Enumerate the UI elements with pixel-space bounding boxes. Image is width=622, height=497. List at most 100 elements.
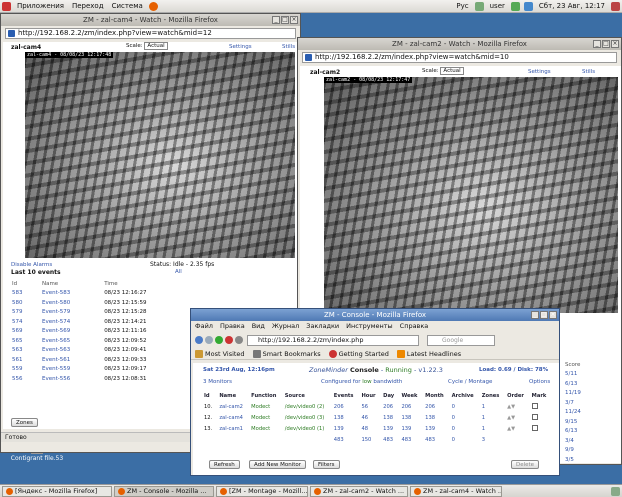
maximize-icon[interactable]: □ — [540, 311, 548, 319]
side-cell[interactable]: 9/15 — [562, 417, 584, 427]
home-icon[interactable] — [235, 336, 243, 344]
bandwidth-link[interactable]: low — [362, 379, 371, 385]
url-bar[interactable]: http://192.168.2.2/zm/index.php?view=wat… — [302, 52, 617, 63]
menu-view[interactable]: Вид — [252, 322, 265, 330]
gnome-foot-icon[interactable] — [2, 1, 11, 11]
event-cell[interactable]: Event-561 — [39, 355, 101, 365]
power-icon[interactable] — [510, 1, 520, 11]
version[interactable]: v1.22.3 — [418, 366, 443, 374]
event-cell[interactable]: 565 — [9, 336, 39, 346]
search-input[interactable]: Google — [427, 334, 495, 346]
settings-link[interactable]: Settings — [528, 69, 551, 75]
task-console[interactable]: ZM - Console - Mozilla ... — [114, 485, 214, 497]
monitor-cell[interactable]: 0 — [449, 423, 479, 434]
task-cam4[interactable]: ZM - zal-cam4 - Watch ... — [410, 485, 502, 497]
url-bar[interactable]: http://192.168.2.2/zm/index.php?view=wat… — [5, 28, 296, 39]
monitor-cell[interactable]: /dev/video0 (1) — [282, 423, 331, 434]
all-events-link[interactable]: All — [175, 269, 182, 275]
keyboard-layout[interactable]: Рус — [456, 2, 468, 10]
event-cell[interactable]: 569 — [9, 327, 39, 337]
order-arrows-icon[interactable]: ▲▼ — [504, 423, 528, 434]
table-row[interactable]: 12. zal-cam4 Modect/dev/video0 (3) 138 46 138… — [201, 412, 551, 423]
side-cell[interactable]: 3/5 — [562, 455, 584, 464]
totals-cell[interactable]: 483 — [398, 434, 422, 445]
menu-system[interactable]: Система — [112, 2, 143, 10]
cycle-montage-link[interactable]: Cycle / Montage — [448, 379, 492, 385]
monitor-cell[interactable]: 0 — [449, 401, 479, 412]
side-cell[interactable]: 11/19 — [562, 389, 584, 399]
bookmark-latest-headlines[interactable]: Latest Headlines — [407, 350, 461, 358]
monitor-cell[interactable]: 48 — [358, 423, 380, 434]
monitor-cell[interactable]: 138 — [331, 412, 359, 423]
monitor-cell[interactable]: 56 — [358, 401, 380, 412]
task-cam2[interactable]: ZM - zal-cam2 - Watch ... — [310, 485, 408, 497]
monitor-cell[interactable]: Modect — [248, 412, 282, 423]
scale-select[interactable]: Actual — [144, 42, 168, 50]
monitor-cell[interactable]: zal-cam1 — [216, 423, 248, 434]
side-cell[interactable]: 3/7 — [562, 398, 584, 408]
event-cell[interactable]: Event-559 — [39, 365, 101, 375]
side-cell[interactable]: 9/9 — [562, 446, 584, 456]
menu-edit[interactable]: Правка — [220, 322, 245, 330]
filters-button[interactable]: Filters — [313, 460, 340, 469]
event-cell[interactable]: Event-563 — [39, 346, 101, 356]
options-link[interactable]: Options — [529, 379, 550, 385]
network-icon[interactable] — [474, 1, 484, 11]
delete-button[interactable]: Delete — [511, 460, 540, 469]
table-row[interactable]: 583 Event-583 08/23 12:16:27 — [9, 289, 189, 299]
maximize-icon[interactable]: □ — [281, 16, 289, 24]
mark-checkbox[interactable] — [529, 412, 551, 423]
monitor-cell[interactable]: 139 — [398, 423, 422, 434]
monitor-cell[interactable]: 1 — [479, 401, 504, 412]
monitor-cell[interactable]: /dev/video0 (3) — [282, 412, 331, 423]
running-status[interactable]: Running — [385, 366, 412, 374]
menu-file[interactable]: Файл — [195, 322, 213, 330]
side-cell[interactable]: 3/4 — [562, 436, 584, 446]
forward-icon[interactable] — [205, 336, 213, 344]
monitor-cell[interactable]: Modect — [248, 423, 282, 434]
menu-help[interactable]: Справка — [400, 322, 429, 330]
event-cell[interactable]: 579 — [9, 308, 39, 318]
monitor-cell[interactable]: 206 — [331, 401, 359, 412]
event-cell[interactable]: 563 — [9, 346, 39, 356]
refresh-button[interactable]: Refresh — [209, 460, 240, 469]
event-cell[interactable]: 574 — [9, 317, 39, 327]
table-row[interactable]: 561 Event-561 08/23 12:09:33 — [9, 355, 189, 365]
close-icon[interactable]: × — [549, 311, 557, 319]
stills-link[interactable]: Stills — [582, 69, 595, 75]
monitor-cell[interactable]: 139 — [422, 423, 448, 434]
event-cell[interactable]: Event-569 — [39, 327, 101, 337]
monitor-cell[interactable]: 138 — [380, 412, 398, 423]
url-bar[interactable]: http://192.168.2.2/zm/index.php — [247, 334, 419, 346]
monitor-cell[interactable]: 1 — [479, 412, 504, 423]
mark-checkbox[interactable] — [529, 423, 551, 434]
monitor-cell[interactable]: zal-cam4 — [216, 412, 248, 423]
monitor-cell[interactable]: Modect — [248, 401, 282, 412]
user-name[interactable]: user — [490, 2, 505, 10]
close-icon[interactable]: × — [611, 40, 619, 48]
monitor-cell[interactable]: zal-cam2 — [216, 401, 248, 412]
volume-icon[interactable] — [523, 1, 533, 11]
disable-alarms-link[interactable]: Disable Alarms — [11, 262, 52, 268]
menu-bookmarks[interactable]: Закладки — [306, 322, 339, 330]
workspace-switcher-icon[interactable] — [611, 486, 620, 496]
table-row[interactable]: 569 Event-569 08/23 12:11:16 — [9, 327, 189, 337]
mark-checkbox[interactable] — [529, 401, 551, 412]
minimize-icon[interactable]: _ — [272, 16, 280, 24]
menu-tools[interactable]: Инструменты — [346, 322, 393, 330]
logout-icon[interactable] — [611, 1, 620, 11]
totals-cell[interactable]: 3 — [479, 434, 504, 445]
totals-cell[interactable]: 150 — [358, 434, 380, 445]
back-icon[interactable] — [195, 336, 203, 344]
window-console-titlebar[interactable]: ZM - Console - Mozilla Firefox _ □ × — [191, 309, 559, 321]
event-cell[interactable]: Event-579 — [39, 308, 101, 318]
stop-icon[interactable] — [225, 336, 233, 344]
event-cell[interactable]: Event-565 — [39, 336, 101, 346]
scale-select[interactable]: Actual — [440, 67, 464, 75]
close-icon[interactable]: × — [290, 16, 298, 24]
monitor-cell[interactable]: 139 — [331, 423, 359, 434]
menu-history[interactable]: Журнал — [272, 322, 299, 330]
reload-icon[interactable] — [215, 336, 223, 344]
monitor-cell[interactable]: 138 — [398, 412, 422, 423]
table-row[interactable]: 574 Event-574 08/23 12:14:21 — [9, 317, 189, 327]
